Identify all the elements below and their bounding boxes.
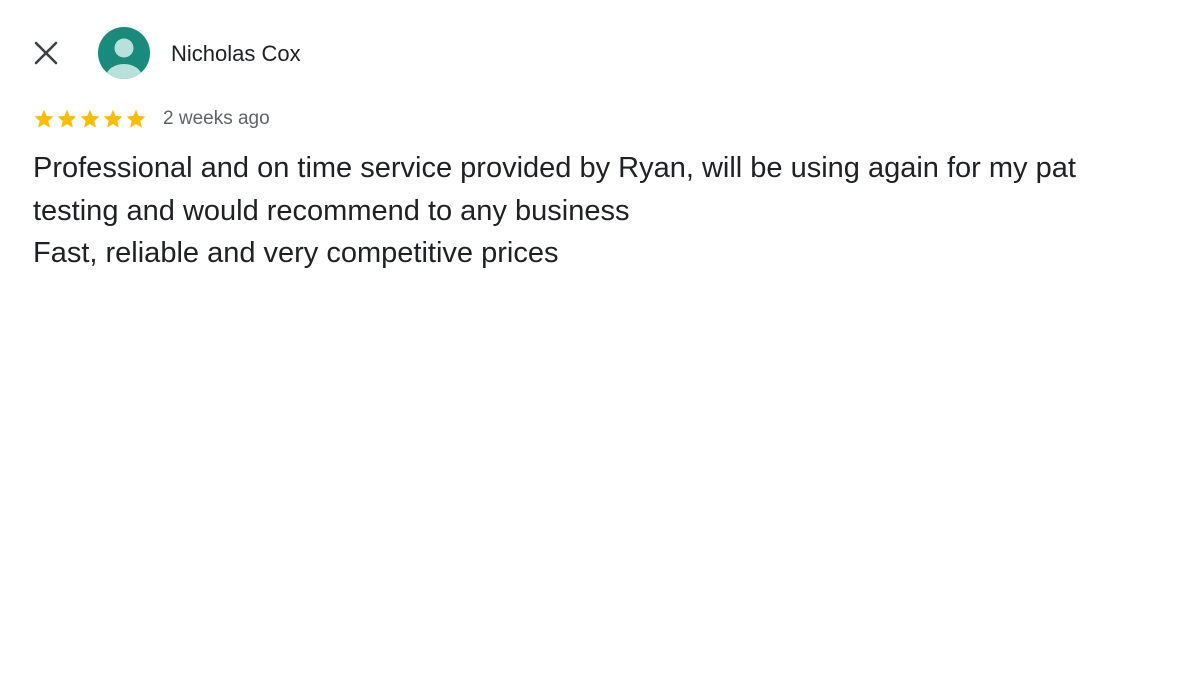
review-card: Nicholas Cox 2 weeks ago Professional an…	[0, 0, 1200, 675]
close-icon	[34, 41, 58, 65]
star-icon	[126, 109, 146, 128]
review-text-line: Fast, reliable and very competitive pric…	[33, 237, 559, 269]
review-time: 2 weeks ago	[163, 108, 270, 129]
star-icon	[34, 109, 54, 128]
star-icon	[57, 109, 77, 128]
star-icon	[80, 109, 100, 128]
avatar[interactable]	[98, 27, 150, 79]
close-button[interactable]	[26, 33, 66, 73]
star-rating	[33, 108, 147, 130]
rating-row: 2 weeks ago	[33, 106, 270, 132]
review-text-line: testing and would recommend to any busin…	[33, 194, 630, 227]
review-text: Professional and on time service provide…	[33, 147, 1183, 275]
star-icon	[103, 109, 123, 128]
reviewer-name[interactable]: Nicholas Cox	[171, 41, 301, 67]
person-icon	[106, 38, 142, 79]
review-text-line: Professional and on time service provide…	[33, 152, 1076, 184]
